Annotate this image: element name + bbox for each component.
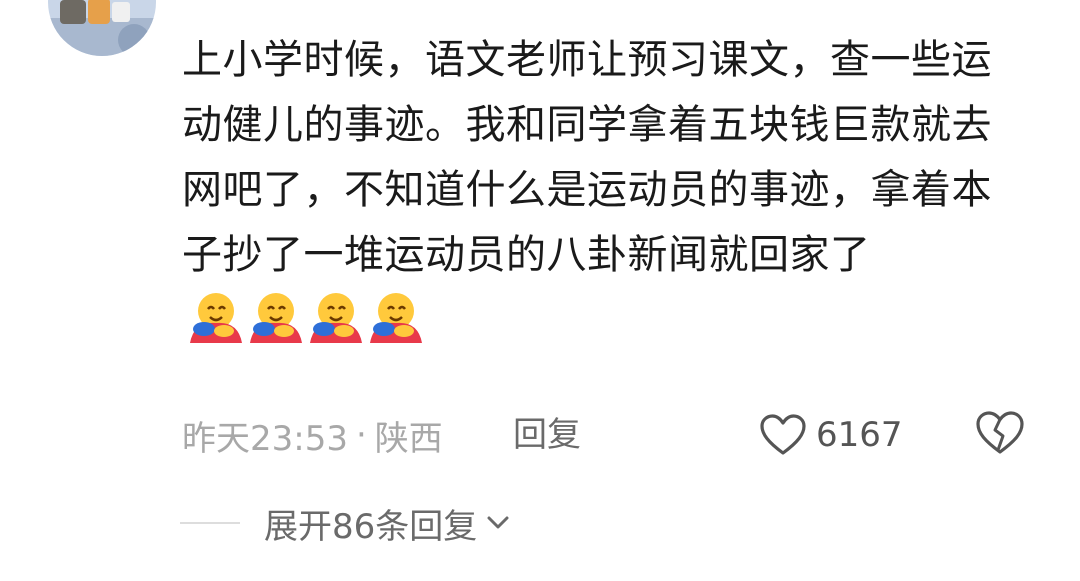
divider-line: [180, 522, 240, 524]
expand-replies-label: 展开86条回复: [264, 506, 478, 547]
chevron-down-icon: [487, 516, 509, 529]
comment-text: 上小学时候，语文老师让预习课文，查一些运动健儿的事迹。我和同学拿着五块钱巨款就去…: [182, 37, 992, 278]
hugging-face-emoji: [310, 293, 362, 343]
hugging-face-emoji: [250, 293, 302, 343]
hugging-face-emoji: [190, 293, 242, 343]
comment-body: 上小学时候，语文老师让预习课文，查一些运动健儿的事迹。我和同学拿着五块钱巨款就去…: [182, 28, 1012, 353]
heart-icon: [760, 414, 806, 455]
emoji-group: [186, 289, 422, 345]
dislike-button[interactable]: [975, 410, 1025, 460]
hugging-face-emoji: [370, 293, 422, 343]
comment-meta: 昨天23:53 · 陕西: [182, 411, 443, 459]
comment-timestamp: 昨天23:53: [182, 418, 348, 459]
expand-replies-button[interactable]: 展开86条回复: [264, 499, 513, 548]
broken-heart-icon: [976, 411, 1024, 454]
meta-separator: ·: [355, 415, 367, 455]
reply-button[interactable]: 回复: [513, 411, 581, 459]
like-button[interactable]: 6167: [760, 410, 903, 460]
like-count: 6167: [816, 415, 903, 455]
avatar[interactable]: [48, 0, 156, 56]
expand-replies-row: 展开86条回复: [180, 499, 513, 548]
comment-location: 陕西: [374, 418, 443, 459]
